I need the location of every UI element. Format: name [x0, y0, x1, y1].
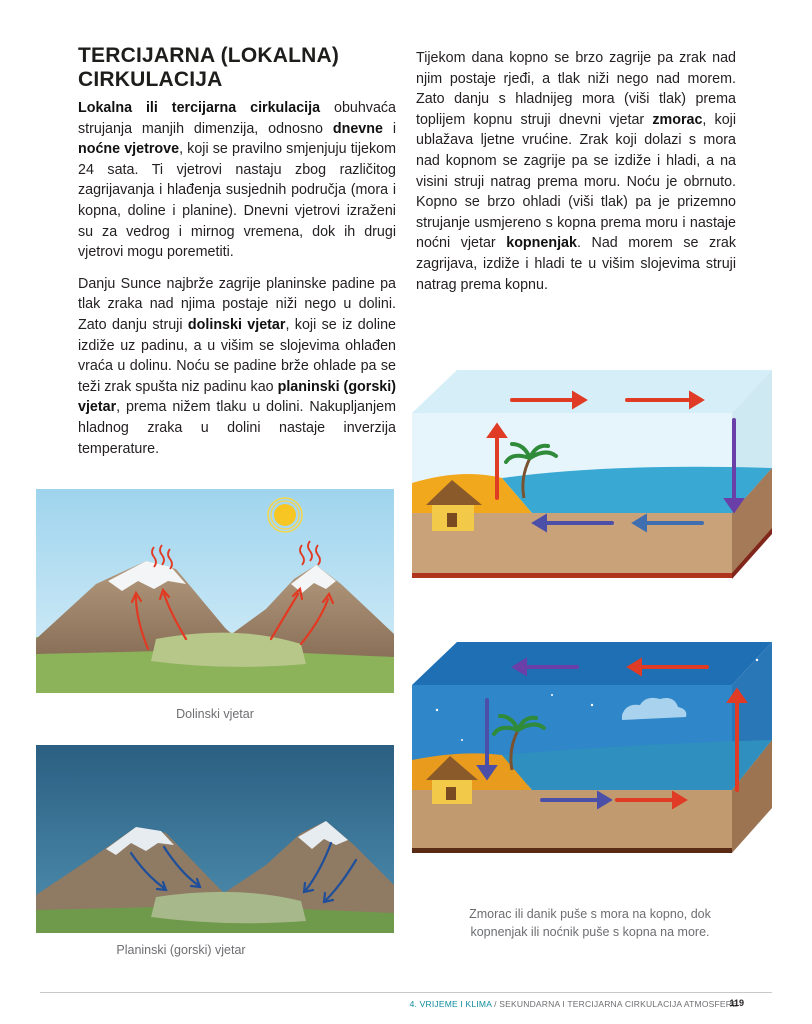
bold-term-paragraph1-4: noćne vjetrove [78, 141, 180, 158]
title-line-1: TERCIJARNA (LOKALNA) [78, 44, 340, 67]
caption-sea-line-2: kopnenjak ili noćnik puše s kopna na mor… [470, 925, 710, 939]
bold-term-paragraph3-3: kopnenjak [506, 235, 577, 252]
text-run-paragraph2-4: , prema nižem tlaku u dolini. Nakupljanj… [78, 399, 396, 457]
mountain-wind-illustration [36, 745, 394, 933]
night-ground-dark-layer [412, 848, 732, 853]
caption-mountain-wind: Planinski (gorski) vjetar [116, 943, 246, 957]
footer-section: SEKUNDARNA I TERCIJARNA CIRKULACIJA ATMO… [499, 999, 738, 1009]
caption-sea-land-breeze: Zmorac ili danik puše s mora na kopno, d… [440, 905, 740, 941]
bold-term-paragraph1-0: Lokalna ili tercijarna cirkulacija [78, 100, 321, 116]
caption-valley-wind: Dolinski vjetar [176, 707, 254, 721]
bold-term-paragraph3-1: zmorac [652, 111, 703, 128]
paragraph-local-circulation: Lokalna ili tercijarna cirkulacija obuhv… [78, 98, 396, 263]
valley-wind-illustration [36, 489, 394, 693]
caption-sea-line-1: Zmorac ili danik puše s mora na kopno, d… [469, 907, 711, 921]
text-run-paragraph1-5: , koji se pravilno smjenjuju tijekom 24 … [78, 141, 396, 261]
title-line-2: CIRKULACIJA [78, 68, 223, 91]
footer-divider [40, 992, 772, 993]
bold-term-paragraph1-2: dnevne [332, 120, 383, 137]
land-breeze-illustration [412, 642, 772, 853]
section-title: TERCIJARNA (LOKALNA) CIRKULACIJA [78, 44, 396, 92]
text-run-paragraph1-3: i [382, 120, 397, 137]
night-box-top [412, 642, 772, 685]
sea-breeze-illustration [412, 370, 772, 579]
day-box-top [412, 370, 772, 413]
right-column: Tijekom dana kopno se brzo zagrije pa zr… [416, 48, 736, 295]
footer-chapter: 4. VRIJEME I KLIMA [409, 999, 492, 1009]
ground-red-layer [412, 573, 732, 578]
text-run-paragraph3-2: , koji ublažava ljetne vrućine. Zrak koj… [416, 111, 736, 252]
page-number: 119 [729, 998, 744, 1008]
paragraph-sea-land-breeze: Tijekom dana kopno se brzo zagrije pa zr… [416, 48, 736, 295]
paragraph-valley-mountain-wind: Danju Sunce najbrže zagrije planinske pa… [78, 274, 396, 459]
footer-breadcrumb: 4. VRIJEME I KLIMA / SEKUNDARNA I TERCIJ… [40, 998, 738, 1010]
bold-term-paragraph2-1: dolinski vjetar [187, 316, 286, 333]
left-column: TERCIJARNA (LOKALNA) CIRKULACIJA Lokalna… [78, 44, 396, 459]
